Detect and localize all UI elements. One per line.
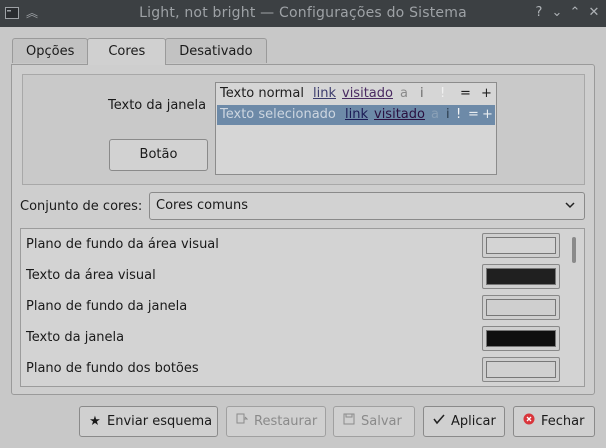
normal-visited-link[interactable]: visitado <box>342 84 393 104</box>
text-preview: Texto normal link visitado a i ! = + Tex… <box>215 82 497 175</box>
list-item-label: Plano de fundo da área visual <box>26 237 219 252</box>
list-item-label: Texto da área visual <box>26 268 156 283</box>
tab-desativado[interactable]: Desativado <box>165 38 267 63</box>
color-swatch <box>486 299 556 316</box>
close-window-button[interactable]: ✕ <box>585 4 603 22</box>
maximize-button[interactable]: ⌃ <box>566 4 584 22</box>
restore-button[interactable]: Restaurar <box>226 406 326 437</box>
selected-eq: = <box>468 107 479 122</box>
color-scheme-label: Conjunto de cores: <box>20 199 143 214</box>
color-swatch <box>486 237 556 254</box>
tab-bar: Opções Cores Desativado <box>12 38 267 65</box>
normal-plus: + <box>481 86 492 101</box>
normal-excl: ! <box>440 86 446 101</box>
normal-text-row: Texto normal link visitado a i ! = + <box>217 84 495 104</box>
scrollbar-thumb[interactable] <box>572 237 576 263</box>
tab-opcoes[interactable]: Opções <box>12 38 89 63</box>
normal-text: Texto normal <box>220 86 304 101</box>
save-icon <box>342 407 356 436</box>
selected-i: i <box>446 107 450 122</box>
save-button[interactable]: Salvar <box>333 406 415 437</box>
minimize-button[interactable]: ⌄ <box>548 4 566 22</box>
color-role-list[interactable]: Plano de fundo da área visual Texto da á… <box>20 228 585 387</box>
color-swatch-button[interactable] <box>482 357 560 382</box>
close-label: Fechar <box>541 414 585 429</box>
normal-i: i <box>420 86 424 101</box>
close-button[interactable]: Fechar <box>513 406 595 437</box>
color-swatch <box>486 361 556 378</box>
checkmark-icon <box>432 407 446 436</box>
list-item-label: Texto da janela <box>26 330 125 345</box>
preview-button[interactable]: Botão <box>109 139 208 171</box>
star-icon: ★ <box>89 414 101 429</box>
chevron-down-icon <box>564 193 576 229</box>
normal-a: a <box>400 86 408 101</box>
normal-eq: = <box>460 86 471 101</box>
selected-text: Texto selecionado <box>220 107 336 122</box>
color-swatch-button[interactable] <box>482 295 560 320</box>
restore-icon <box>235 407 249 436</box>
restore-label: Restaurar <box>254 414 318 429</box>
selected-text-row: Texto selecionado link visitado a i ! = … <box>217 105 495 125</box>
color-swatch-button[interactable] <box>482 264 560 289</box>
list-item-label: Plano de fundo da janela <box>26 299 188 314</box>
color-swatch <box>486 330 556 347</box>
selected-link[interactable]: link <box>345 105 368 125</box>
normal-link[interactable]: link <box>313 84 336 104</box>
title-bar: ︽ Light, not bright — Configurações do S… <box>0 0 606 27</box>
list-item-label: Plano de fundo dos botões <box>26 361 199 376</box>
send-scheme-button[interactable]: ★ Enviar esquema <box>79 406 218 437</box>
color-scheme-value: Cores comuns <box>156 198 249 213</box>
color-scheme-select[interactable]: Cores comuns <box>149 192 585 220</box>
selected-visited-link[interactable]: visitado <box>374 105 425 125</box>
color-swatch-button[interactable] <box>482 326 560 351</box>
window-title: Light, not bright — Configurações do Sis… <box>139 5 467 21</box>
save-label: Salvar <box>361 414 402 429</box>
selected-plus: + <box>482 107 493 122</box>
apply-button[interactable]: Aplicar <box>423 406 505 437</box>
selected-a: a <box>431 107 439 122</box>
color-swatch <box>486 268 556 285</box>
window-text-label: Texto da janela <box>108 98 207 113</box>
close-icon <box>522 407 536 436</box>
selected-excl: ! <box>456 107 462 122</box>
tab-cores[interactable]: Cores <box>87 38 167 65</box>
apply-label: Aplicar <box>451 414 496 429</box>
help-button[interactable]: ? <box>530 4 548 22</box>
send-scheme-label: Enviar esquema <box>107 414 213 429</box>
color-swatch-button[interactable] <box>482 233 560 258</box>
